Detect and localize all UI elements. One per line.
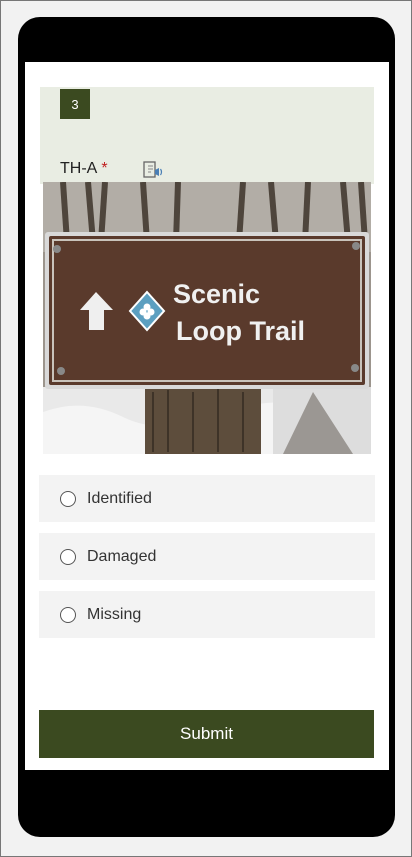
sign-text-line1: Scenic <box>173 279 260 309</box>
option-missing[interactable]: Missing <box>39 591 375 638</box>
radio-button[interactable] <box>60 490 76 507</box>
sign-text-line2: Loop Trail <box>176 316 305 346</box>
form-screen: 3 TH-A * Scenic Loop Trail Identified Da… <box>25 62 389 770</box>
trail-sign-photo: Scenic Loop Trail <box>43 182 371 454</box>
option-identified[interactable]: Identified <box>39 475 375 522</box>
question-number-badge: 3 <box>60 89 90 119</box>
option-label: Missing <box>87 605 142 623</box>
immersive-reader-icon[interactable] <box>142 159 164 181</box>
radio-button[interactable] <box>60 606 76 623</box>
option-label: Identified <box>87 489 152 507</box>
radio-button[interactable] <box>60 548 76 565</box>
option-label: Damaged <box>87 547 157 565</box>
required-marker: * <box>101 160 108 177</box>
question-header: 3 TH-A * <box>40 87 374 184</box>
choice-options: Identified Damaged Missing <box>39 475 375 649</box>
submit-button[interactable]: Submit <box>39 710 374 758</box>
option-damaged[interactable]: Damaged <box>39 533 375 580</box>
question-title: TH-A * <box>60 160 108 178</box>
question-title-text: TH-A <box>60 160 98 177</box>
